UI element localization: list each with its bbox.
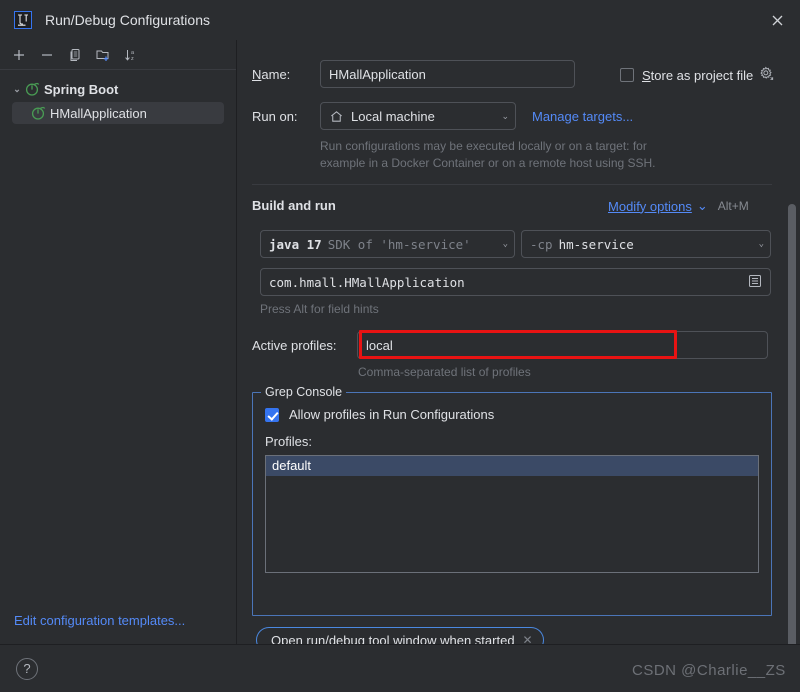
- vertical-scrollbar[interactable]: [788, 204, 796, 644]
- close-icon[interactable]: [754, 0, 800, 40]
- intellij-idea-icon: [14, 11, 32, 29]
- remove-configuration-button[interactable]: [34, 43, 60, 67]
- allow-profiles-label: Allow profiles in Run Configurations: [289, 407, 495, 422]
- run-on-hint-line-1: Run configurations may be executed local…: [320, 139, 647, 153]
- add-configuration-button[interactable]: [6, 43, 32, 67]
- gear-icon[interactable]: [759, 66, 774, 84]
- run-debug-configurations-dialog: Run/Debug Configurations a z ⌄ Spring Bo…: [0, 0, 800, 692]
- chevron-down-icon[interactable]: ⌄: [495, 111, 509, 122]
- manage-targets-link[interactable]: Manage targets...: [532, 109, 633, 124]
- sidebar-toolbar: a z: [0, 40, 236, 70]
- chevron-down-icon[interactable]: ⌄: [753, 239, 764, 249]
- profiles-label: Profiles:: [265, 434, 312, 449]
- sidebar-item-hmallapplication[interactable]: HMallApplication: [12, 102, 224, 124]
- active-profiles-hint: Comma-separated list of profiles: [358, 365, 531, 379]
- name-input[interactable]: HMallApplication: [320, 60, 575, 88]
- configurations-tree: ⌄ Spring Boot HMallApplication: [0, 70, 236, 124]
- active-profiles-value: local: [366, 337, 393, 353]
- allow-profiles-row: Allow profiles in Run Configurations: [265, 407, 771, 422]
- sidebar-item-label: HMallApplication: [50, 105, 147, 121]
- allow-profiles-checkbox[interactable]: [265, 407, 279, 422]
- run-on-value: Local machine: [351, 108, 435, 124]
- sort-alpha-icon[interactable]: a z: [118, 43, 144, 67]
- profiles-listbox[interactable]: default: [265, 455, 759, 573]
- open-tool-window-chip-label: Open run/debug tool window when started: [271, 632, 515, 645]
- classpath-prefix: -cp: [530, 236, 553, 252]
- sidebar-item-spring-boot[interactable]: ⌄ Spring Boot: [0, 78, 236, 100]
- name-input-value: HMallApplication: [329, 66, 426, 82]
- home-icon: [329, 109, 344, 124]
- main-class-value: com.hmall.HMallApplication: [269, 274, 465, 290]
- run-on-hint: Run configurations may be executed local…: [320, 138, 656, 172]
- name-label: Name:: [252, 66, 291, 82]
- main-class-input[interactable]: com.hmall.HMallApplication: [260, 268, 771, 296]
- configurations-sidebar: a z ⌄ Spring Boot HMallApplication Edit …: [0, 40, 237, 644]
- sidebar-item-label: Spring Boot: [44, 81, 119, 97]
- jdk-select[interactable]: java 17 SDK of 'hm-service' ⌄: [260, 230, 515, 258]
- spring-boot-icon: [24, 81, 40, 97]
- chevron-down-icon[interactable]: ⌄: [497, 239, 508, 249]
- classpath-value: hm-service: [558, 236, 634, 252]
- new-folder-icon[interactable]: [90, 43, 116, 67]
- svg-text:z: z: [131, 56, 134, 62]
- classpath-select[interactable]: -cp hm-service ⌄: [521, 230, 771, 258]
- modify-options-link[interactable]: MModify optionsodify options: [608, 199, 692, 214]
- dialog-title: Run/Debug Configurations: [45, 12, 210, 28]
- grep-console-group: Grep Console Allow profiles in Run Confi…: [252, 385, 772, 616]
- store-as-project-file-label: Store as project file: [642, 67, 754, 83]
- list-item[interactable]: default: [266, 456, 758, 476]
- run-on-select[interactable]: Local machine ⌄: [320, 102, 516, 130]
- list-browse-icon[interactable]: [748, 274, 762, 291]
- build-and-run-title: Build and run: [252, 198, 336, 213]
- active-profiles-row: Active profiles: local: [252, 331, 768, 359]
- store-as-project-file-row: Store as project file: [620, 66, 774, 84]
- open-tool-window-chip[interactable]: Open run/debug tool window when started …: [256, 627, 544, 644]
- modify-options-shortcut: Alt+M: [717, 199, 749, 213]
- help-button[interactable]: ?: [16, 657, 38, 680]
- field-hints-text: Press Alt for field hints: [260, 302, 379, 316]
- edit-configuration-templates-link[interactable]: Edit configuration templates...: [14, 613, 185, 628]
- chevron-down-icon[interactable]: ⌄: [10, 84, 24, 95]
- chevron-down-icon[interactable]: ⌄: [697, 198, 708, 214]
- spring-boot-icon: [30, 105, 46, 121]
- jdk-value-main: java 17: [269, 236, 322, 252]
- jdk-value-detail: SDK of 'hm-service': [327, 236, 471, 252]
- title-bar: Run/Debug Configurations: [0, 0, 800, 40]
- section-divider: [252, 184, 772, 185]
- modify-options-row: MModify optionsodify options ⌄ Alt+M: [608, 198, 749, 214]
- close-icon[interactable]: ✕: [523, 633, 533, 644]
- jdk-classpath-row: java 17 SDK of 'hm-service' ⌄ -cp hm-ser…: [260, 230, 771, 258]
- dialog-footer: ? Run ⌄ OK Cancel Apply: [0, 644, 800, 692]
- grep-console-legend: Grep Console: [261, 385, 347, 399]
- active-profiles-input[interactable]: local: [357, 331, 768, 359]
- configuration-editor-panel: Name: HMallApplication Store as project …: [238, 40, 800, 644]
- run-on-label: Run on:: [252, 108, 298, 124]
- name-row: Name: HMallApplication: [252, 60, 575, 88]
- active-profiles-label: Active profiles:: [252, 337, 337, 353]
- run-on-hint-line-2: example in a Docker Container or on a re…: [320, 156, 656, 170]
- run-on-row: Run on: Local machine ⌄ Manage targets..…: [252, 102, 633, 130]
- copy-icon[interactable]: [62, 43, 88, 67]
- store-as-project-file-checkbox[interactable]: [620, 68, 634, 82]
